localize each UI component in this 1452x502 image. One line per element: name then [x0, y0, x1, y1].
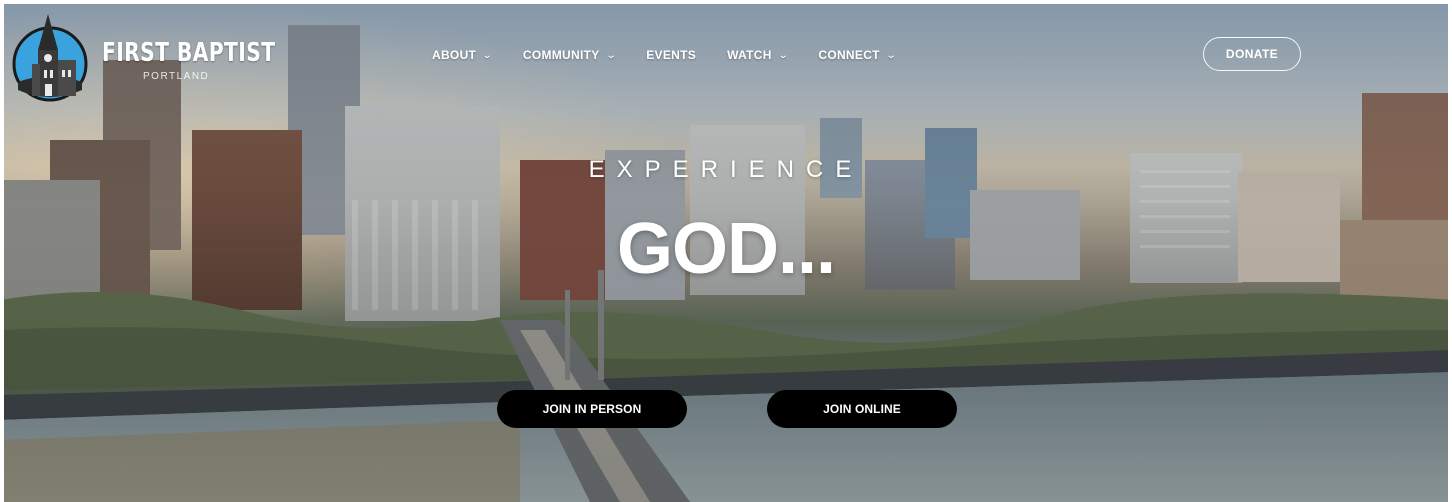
hero-headline: GOD... [616, 209, 836, 289]
nav-events-label: EVENTS [646, 48, 697, 62]
nav-connect[interactable]: CONNECT ⌄ [818, 48, 897, 62]
nav-connect-label: CONNECT [818, 48, 880, 62]
brand-name[interactable]: FIRST BAPTIST [102, 40, 275, 66]
nav-events[interactable]: EVENTS [646, 48, 696, 62]
chevron-down-icon: ⌄ [885, 49, 897, 61]
frame-left [0, 0, 4, 502]
frame-top [0, 0, 1452, 4]
hero-kicker: EXPERIENCE [588, 156, 864, 183]
nav-watch[interactable]: WATCH ⌄ [727, 48, 789, 62]
nav-community-label: COMMUNITY [522, 48, 600, 62]
join-in-person-button[interactable]: JOIN IN PERSON [497, 390, 687, 428]
brand-subtitle: PORTLAND [143, 71, 210, 82]
frame-right [1448, 0, 1452, 502]
hero-section: FIRST BAPTIST PORTLAND ABOUT ⌄ COMMUNITY… [0, 0, 1452, 502]
nav-watch-label: WATCH [727, 48, 772, 62]
nav-about[interactable]: ABOUT ⌄ [432, 48, 494, 62]
join-online-button[interactable]: JOIN ONLINE [767, 390, 957, 428]
chevron-down-icon: ⌄ [605, 49, 617, 61]
donate-button[interactable]: DONATE [1203, 37, 1301, 71]
chevron-down-icon: ⌄ [481, 49, 494, 61]
chevron-down-icon: ⌄ [777, 49, 789, 61]
church-steeple-logo-icon[interactable] [12, 12, 90, 102]
nav-community[interactable]: COMMUNITY ⌄ [522, 48, 617, 62]
nav-about-label: ABOUT [432, 48, 477, 62]
main-nav: ABOUT ⌄ COMMUNITY ⌄ EVENTS WATCH ⌄ CONNE… [432, 48, 926, 62]
